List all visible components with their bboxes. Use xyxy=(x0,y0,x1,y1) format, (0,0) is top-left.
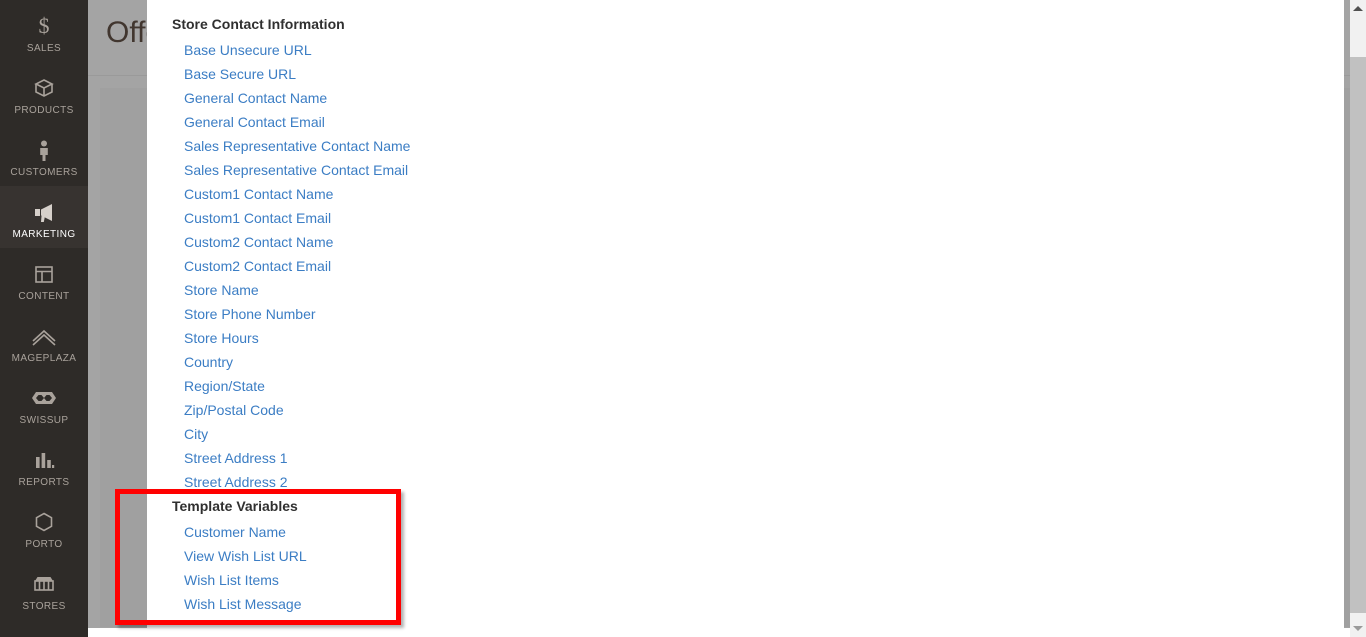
sidebar-item-mageplaza[interactable]: MAGEPLAZA xyxy=(0,310,88,372)
sidebar-item-label: PORTO xyxy=(25,539,63,550)
sidebar-item-sales[interactable]: $ SALES xyxy=(0,0,88,62)
list-item: Custom1 Contact Email xyxy=(147,206,1344,230)
sidebar-item-content[interactable]: CONTENT xyxy=(0,248,88,310)
sidebar-item-label: SALES xyxy=(26,43,62,54)
scrollbar-thumb[interactable] xyxy=(1350,57,1366,613)
sidebar-item-marketing[interactable]: MARKETING xyxy=(0,186,88,248)
list-item: General Contact Email xyxy=(147,110,1344,134)
storefront-icon xyxy=(31,569,57,599)
variable-link[interactable]: Street Address 2 xyxy=(184,474,288,490)
app-root: Offers $ SALES PRODUCTS xyxy=(0,0,1366,637)
list-item: Custom2 Contact Name xyxy=(147,230,1344,254)
list-item: View Wish List URL xyxy=(147,544,1344,568)
list-item: Store Phone Number xyxy=(147,302,1344,326)
sidebar-item-system[interactable] xyxy=(0,620,88,637)
variable-link[interactable]: Sales Representative Contact Name xyxy=(184,138,410,154)
sidebar-item-customers[interactable]: CUSTOMERS xyxy=(0,124,88,186)
bar-chart-icon xyxy=(32,445,56,475)
sidebar-item-label: CONTENT xyxy=(18,291,70,302)
variable-link[interactable]: Custom2 Contact Name xyxy=(184,234,333,250)
variable-link[interactable]: General Contact Name xyxy=(184,90,327,106)
variable-link[interactable]: Store Phone Number xyxy=(184,306,316,322)
list-item: Sales Representative Contact Name xyxy=(147,134,1344,158)
sidebar-item-label: CUSTOMERS xyxy=(10,167,78,178)
person-icon xyxy=(32,135,56,165)
list-item: Store Name xyxy=(147,278,1344,302)
list-item: Wish List Message xyxy=(147,592,1344,616)
list-item: Store Hours xyxy=(147,326,1344,350)
dollar-icon: $ xyxy=(33,11,55,41)
variable-link[interactable]: View Wish List URL xyxy=(184,548,307,564)
variable-link[interactable]: General Contact Email xyxy=(184,114,325,130)
list-item: City xyxy=(147,422,1344,446)
variable-link[interactable]: Store Hours xyxy=(184,330,259,346)
list-item: Region/State xyxy=(147,374,1344,398)
double-hexagon-icon xyxy=(27,383,61,413)
variable-link[interactable]: Wish List Items xyxy=(184,572,279,588)
box-icon xyxy=(32,73,56,103)
sidebar-item-stores[interactable]: STORES xyxy=(0,558,88,620)
list-item: Customer Name xyxy=(147,520,1344,544)
sidebar-item-products[interactable]: PRODUCTS xyxy=(0,62,88,124)
variable-link[interactable]: Custom2 Contact Email xyxy=(184,258,331,274)
variable-link[interactable]: Base Secure URL xyxy=(184,66,296,82)
browser-scrollbar[interactable] xyxy=(1350,0,1366,637)
variable-group-title: Template Variables xyxy=(172,498,298,514)
list-item: Custom2 Contact Email xyxy=(147,254,1344,278)
list-item: Street Address 1 xyxy=(147,446,1344,470)
scroll-down-icon[interactable] xyxy=(1350,620,1366,637)
list-item: Sales Representative Contact Email xyxy=(147,158,1344,182)
variable-link[interactable]: Zip/Postal Code xyxy=(184,402,284,418)
sidebar-item-label: MARKETING xyxy=(12,229,76,240)
variable-list: Base Unsecure URL Base Secure URL General … xyxy=(147,38,1344,494)
list-item: Base Secure URL xyxy=(147,62,1344,86)
sidebar-item-label: MAGEPLAZA xyxy=(11,353,77,364)
chevron-roof-icon xyxy=(30,321,58,351)
sidebar-item-reports[interactable]: REPORTS xyxy=(0,434,88,496)
sidebar-item-swissup[interactable]: SWISSUP xyxy=(0,372,88,434)
list-item: Street Address 2 xyxy=(147,470,1344,494)
svg-text:$: $ xyxy=(39,14,50,38)
list-item: Base Unsecure URL xyxy=(147,38,1344,62)
variable-link[interactable]: Custom1 Contact Name xyxy=(184,186,333,202)
variable-link[interactable]: Street Address 1 xyxy=(184,450,288,466)
variable-link[interactable]: Base Unsecure URL xyxy=(184,42,312,58)
megaphone-icon xyxy=(31,197,57,227)
variable-link[interactable]: Customer Name xyxy=(184,524,286,540)
sidebar-item-porto[interactable]: PORTO xyxy=(0,496,88,558)
sidebar-item-label: PRODUCTS xyxy=(14,105,74,116)
variable-group-title: Store Contact Information xyxy=(172,16,345,32)
modal-bottom-strip xyxy=(88,628,1350,637)
variable-link[interactable]: Store Name xyxy=(184,282,259,298)
admin-sidebar: $ SALES PRODUCTS CUSTOMERS MARKETING CON… xyxy=(0,0,88,637)
layout-icon xyxy=(32,259,56,289)
variable-chooser-modal: Store Contact Information Base Unsecure U… xyxy=(147,0,1344,628)
list-item: Custom1 Contact Name xyxy=(147,182,1344,206)
sidebar-item-label: STORES xyxy=(22,601,66,612)
hexagon-icon xyxy=(32,507,56,537)
sidebar-item-label: SWISSUP xyxy=(19,415,69,426)
variable-groups-container: Store Contact Information Base Unsecure U… xyxy=(147,0,1344,616)
variable-link[interactable]: Country xyxy=(184,354,233,370)
variable-link[interactable]: Sales Representative Contact Email xyxy=(184,162,408,178)
variable-link[interactable]: Region/State xyxy=(184,378,265,394)
variable-link[interactable]: Wish List Message xyxy=(184,596,301,612)
scroll-up-icon[interactable] xyxy=(1350,0,1366,17)
sidebar-item-label: REPORTS xyxy=(18,477,70,488)
variable-list: Customer Name View Wish List URL Wish List… xyxy=(147,520,1344,616)
variable-link[interactable]: City xyxy=(184,426,208,442)
list-item: Country xyxy=(147,350,1344,374)
list-item: Wish List Items xyxy=(147,568,1344,592)
variable-link[interactable]: Custom1 Contact Email xyxy=(184,210,331,226)
list-item: Zip/Postal Code xyxy=(147,398,1344,422)
list-item: General Contact Name xyxy=(147,86,1344,110)
